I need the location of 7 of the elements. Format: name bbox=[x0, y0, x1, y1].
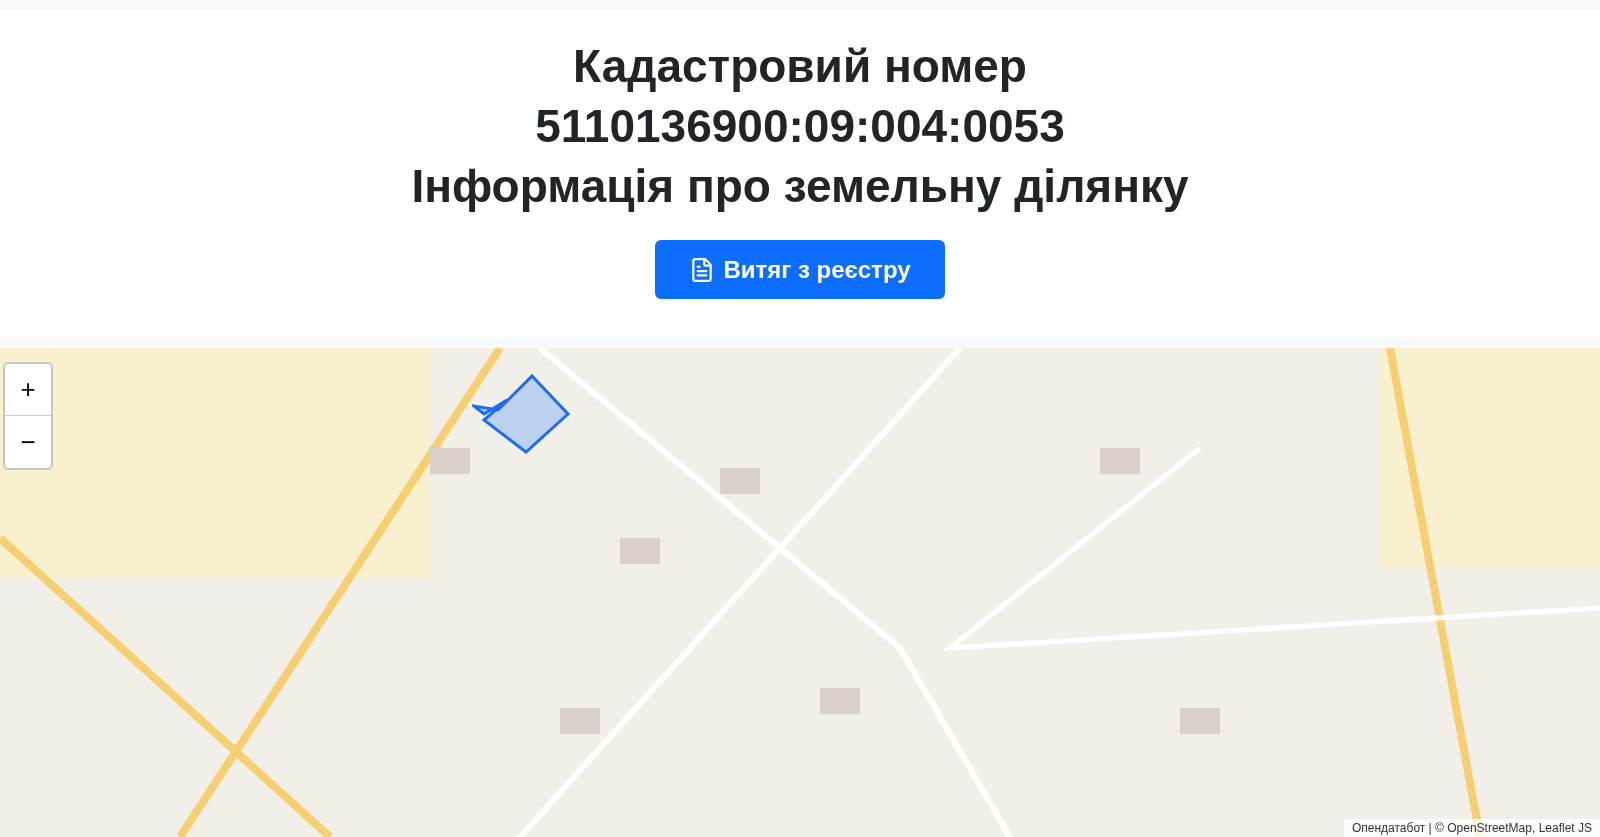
map-area[interactable]: + − Опендатабот | © OpenStreetMap, Leaflet JS bbox=[0, 348, 1600, 837]
map-attribution: Опендатабот | © OpenStreetMap, Leaflet JS bbox=[1343, 819, 1600, 837]
page-title: Кадастровий номер 5110136900:09:004:0053 Інформація про земельну ділянку bbox=[411, 39, 1189, 214]
zoom-out-button[interactable]: − bbox=[5, 416, 51, 468]
zoom-in-button[interactable]: + bbox=[5, 364, 51, 416]
extract-button[interactable]: Витяг з реєстру bbox=[655, 240, 945, 299]
parcel-outline[interactable] bbox=[472, 374, 572, 454]
